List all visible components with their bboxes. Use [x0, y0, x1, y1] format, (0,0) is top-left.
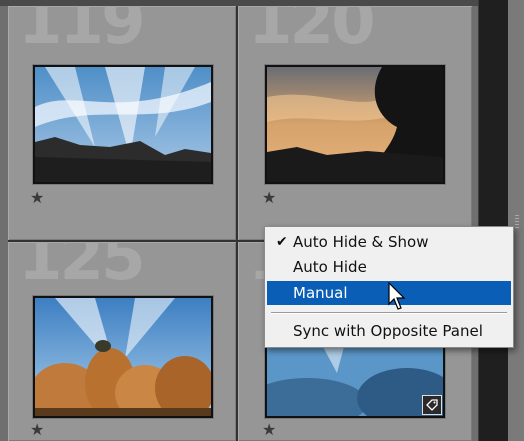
- arrow-cursor-icon: [388, 282, 406, 310]
- grid-cell-120[interactable]: 120 ★: [238, 6, 472, 240]
- thumbnail-grid: 119 ★ 120 ★ 125 ★ ★: [8, 6, 472, 441]
- sunset-photo: [267, 67, 443, 182]
- side-panel-collapsed: [478, 0, 509, 441]
- rocks-photo: [35, 298, 211, 416]
- grid-cell-125[interactable]: 125 ★: [8, 242, 236, 441]
- menu-item-auto-hide-show[interactable]: ✔ Auto Hide & Show: [267, 230, 511, 254]
- menu-item-sync-opposite-panel[interactable]: Sync with Opposite Panel: [267, 319, 511, 343]
- cell-index-number: 120: [248, 6, 376, 59]
- rating-star-icon[interactable]: ★: [262, 422, 276, 438]
- menu-separator: [271, 312, 507, 314]
- tag-icon[interactable]: [422, 395, 442, 415]
- rating-star-icon[interactable]: ★: [30, 422, 44, 438]
- menu-item-label: Auto Hide: [293, 258, 367, 276]
- photo-thumbnail[interactable]: [265, 65, 445, 184]
- menu-item-label: Sync with Opposite Panel: [293, 322, 483, 340]
- menu-item-label: Auto Hide & Show: [293, 233, 429, 251]
- rating-star-icon[interactable]: ★: [262, 190, 276, 206]
- checkmark-icon: ✔: [276, 234, 288, 250]
- cell-index-number: 119: [18, 6, 146, 59]
- cell-index-number: 125: [18, 242, 146, 295]
- menu-item-label: Manual: [293, 284, 348, 302]
- menu-item-auto-hide[interactable]: Auto Hide: [267, 255, 511, 279]
- panel-grip-handle[interactable]: [515, 215, 519, 229]
- grid-cell-119[interactable]: 119 ★: [8, 6, 236, 240]
- photo-thumbnail[interactable]: [33, 296, 213, 418]
- sky-photo: [35, 67, 211, 182]
- photo-thumbnail[interactable]: [33, 65, 213, 184]
- rating-star-icon[interactable]: ★: [30, 190, 44, 206]
